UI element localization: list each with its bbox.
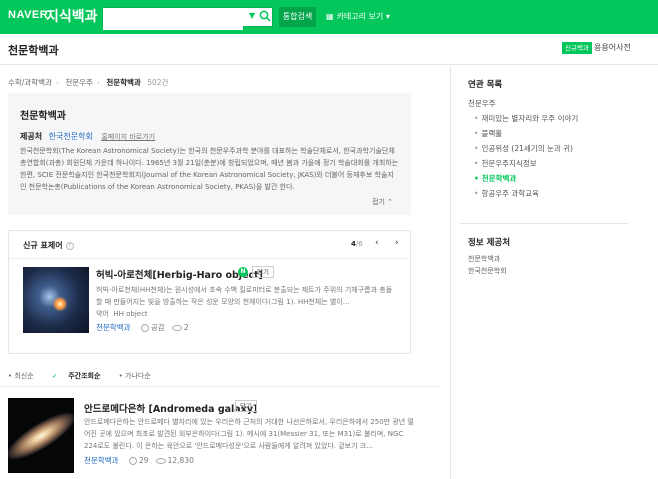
related-item[interactable]: 인공위성 (21세기의 눈과 귀)	[468, 141, 578, 156]
likes-count: 29	[138, 456, 149, 465]
save-button[interactable]: 담기	[252, 266, 274, 278]
views-icon	[155, 458, 166, 464]
views-icon	[171, 325, 182, 331]
carousel-prev-button[interactable]: ‹	[375, 238, 379, 248]
like-icon[interactable]	[128, 457, 137, 465]
checkmark-icon: ✓	[51, 372, 58, 380]
sort-label: 가나다순	[125, 372, 151, 380]
info-line: 천문학백과	[468, 255, 501, 263]
list-item: 안드로메다은하 [Andromeda galaxy] 담기 안드로메다은하는 안…	[8, 398, 428, 473]
provider-row: 제공처 한국천문학회 홈페이지 바로가기	[20, 131, 155, 142]
aka-value: HH object	[113, 310, 148, 318]
category-view-label: 카테고리 보기	[336, 12, 384, 21]
breadcrumb-separator-icon: ›	[55, 78, 59, 87]
breadcrumb-separator-icon: ›	[96, 78, 100, 87]
top-bar: NAVER 지식백과 ▼ 통합검색 ▦ 카테고리 보기 ▾	[0, 0, 658, 34]
entry-description[interactable]: 허빅-아로천체(HH천체)는 원시성에서 초속 수백 킬로미터로 분출되는 제트…	[96, 284, 396, 320]
service-title[interactable]: 지식백과	[46, 6, 98, 26]
homepage-link[interactable]: 홈페이지 바로가기	[101, 133, 155, 141]
divider	[460, 223, 628, 224]
chevron-down-icon: ▾	[385, 12, 390, 21]
encyclopedia-info-card: 천문학백과 제공처 한국천문학회 홈페이지 바로가기 한국천문학회(The Ko…	[8, 93, 411, 215]
provider-link[interactable]: 한국천문학회	[49, 132, 93, 141]
galaxy-image	[8, 405, 74, 467]
grid-icon: ▦	[326, 12, 334, 21]
like-icon[interactable]	[140, 324, 149, 332]
related-title: 연관 목록	[468, 80, 503, 90]
carousel-pager: 4/6	[351, 240, 363, 248]
item-thumbnail[interactable]	[8, 398, 74, 473]
autocomplete-toggle-icon[interactable]: ▼	[249, 11, 255, 20]
related-list: 천문우주 재미있는 별자리와 우주 이야기 블랙홀 인공위성 (21세기의 눈과…	[468, 96, 578, 201]
fold-label: 접기	[372, 198, 385, 206]
item-title-link[interactable]: 안드로메다은하 [Andromeda galaxy]	[84, 401, 257, 415]
related-item[interactable]: 재미있는 별자리와 우주 이야기	[468, 111, 578, 126]
new-mark-icon: N	[238, 267, 248, 277]
entry-thumbnail[interactable]	[23, 267, 89, 333]
sort-label: 최신순	[14, 372, 34, 380]
related-item[interactable]: 천문우주지식정보	[468, 156, 578, 171]
entry-description-text: 허빅-아로천체(HH천체)는 원시성에서 초속 수백 킬로미터로 분출되는 제트…	[96, 286, 393, 306]
breadcrumb-item[interactable]: 천문우주	[65, 78, 93, 87]
card-title: 천문학백과	[20, 111, 66, 122]
page-header: 천문학백과 신규백과 용용어사전	[0, 34, 658, 65]
sort-option-alphabetical[interactable]: • 가나다순	[119, 372, 159, 380]
item-description[interactable]: 안드로메다은하는 안드로메다 별자리에 있는 우리은하 근처의 거대한 나선은하…	[84, 416, 414, 452]
breadcrumb: 수학/과학백과 › 천문우주 › 천문학백과 502건	[8, 77, 172, 88]
breadcrumb-item[interactable]: 수학/과학백과	[8, 78, 52, 87]
new-entries-title-text: 신규 표제어	[23, 241, 63, 250]
result-count: 502건	[147, 78, 169, 87]
new-badge: 신규백과	[562, 42, 592, 54]
search-input[interactable]	[103, 11, 243, 30]
provider-label: 제공처	[20, 132, 43, 141]
entry-source-link[interactable]: 천문학백과	[96, 323, 131, 332]
naver-logo[interactable]: NAVER	[8, 9, 48, 21]
breadcrumb-current: 천문학백과	[106, 78, 141, 87]
sidebar-divider	[450, 66, 451, 479]
sort-option-latest[interactable]: • 최신순	[8, 372, 42, 380]
divider	[9, 258, 410, 259]
fold-button[interactable]: 접기 ⌃	[372, 197, 393, 207]
like-label: 공감	[150, 323, 165, 332]
sort-label: 주간조회순	[68, 372, 101, 380]
item-source-link[interactable]: 천문학백과	[84, 456, 119, 465]
nebula-glow	[53, 297, 67, 311]
views-count: 2	[183, 323, 189, 332]
search-box: ▼	[102, 7, 273, 30]
info-title: 정보 제공처	[468, 238, 511, 248]
info-line: 한국천문학회	[468, 267, 507, 275]
info-provider: 천문학백과 한국천문학회	[468, 253, 507, 277]
save-button[interactable]: 담기	[235, 400, 257, 412]
related-item[interactable]: 천문우주	[468, 96, 578, 111]
category-view-button[interactable]: ▦ 카테고리 보기 ▾	[326, 11, 390, 22]
sort-bar: • 최신순 ✓ 주간조회순 • 가나다순	[8, 371, 167, 381]
entry-meta: 천문학백과 공감 2	[96, 322, 189, 333]
search-icon[interactable]	[259, 10, 271, 22]
pager-total: /6	[355, 240, 363, 248]
card-description: 한국천문학회(The Korean Astronomical Society)는…	[20, 147, 399, 191]
chevron-up-icon: ⌃	[387, 198, 393, 206]
help-icon[interactable]: ?	[65, 241, 74, 250]
new-entries-title: 신규 표제어?	[23, 240, 74, 251]
carousel-next-button[interactable]: ›	[395, 238, 399, 248]
divider	[0, 386, 440, 387]
related-item[interactable]: 항공우주 과학교육	[468, 186, 578, 201]
search-all-button[interactable]: 통합검색	[279, 7, 316, 27]
header-link[interactable]: 용용어사전	[594, 42, 631, 53]
aka-label: 약어	[96, 310, 109, 318]
page-title[interactable]: 천문학백과	[8, 42, 59, 58]
views-count: 12,830	[167, 456, 194, 465]
sort-option-weekly[interactable]: ✓ 주간조회순	[52, 372, 109, 380]
related-item-active[interactable]: 천문학백과	[468, 171, 578, 186]
item-meta: 천문학백과 29 12,830	[84, 455, 194, 466]
related-item[interactable]: 블랙홀	[468, 126, 578, 141]
